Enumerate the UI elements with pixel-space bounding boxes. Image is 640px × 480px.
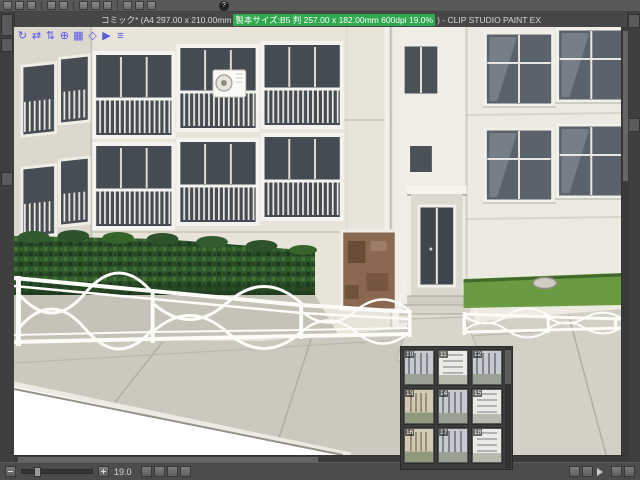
- zoom-slider[interactable]: [21, 467, 93, 477]
- material-thumbnail[interactable]: 14: [437, 388, 469, 425]
- paste-icon[interactable]: [103, 1, 112, 10]
- undo-icon[interactable]: [47, 1, 56, 10]
- redo-icon[interactable]: [59, 1, 68, 10]
- document-title-bar: コミック* (A4 297.00 x 210.00mm 製本サイズ:B5 判 2…: [14, 12, 628, 28]
- document-title-pre: コミック* (A4 297.00 x 210.00mm: [100, 14, 232, 25]
- document-title-post: ) - CLIP STUDIO PAINT EX: [437, 14, 542, 25]
- object-move-icon[interactable]: ⊕: [58, 30, 71, 43]
- fit-to-screen-icon[interactable]: [141, 466, 152, 477]
- collapsed-palette-tab[interactable]: [1, 172, 13, 186]
- camera-rotate-icon[interactable]: ↻: [16, 30, 29, 43]
- material-thumbnail[interactable]: 17: [437, 427, 469, 464]
- rotate-view-icon[interactable]: [135, 1, 144, 10]
- new-file-icon[interactable]: [3, 1, 12, 10]
- zoom-value: 19.0: [114, 466, 132, 477]
- material-number: 14: [439, 390, 449, 397]
- camera-pan-icon[interactable]: ⇄: [30, 30, 43, 43]
- object-rotate-icon[interactable]: ◇: [86, 30, 99, 43]
- speaker-icon[interactable]: [597, 467, 607, 476]
- zoom-fit-icon[interactable]: [123, 1, 132, 10]
- canvas-3d-scene[interactable]: [14, 27, 621, 455]
- save-icon[interactable]: [27, 1, 36, 10]
- manhole: [532, 276, 558, 290]
- document-canvas[interactable]: [14, 27, 621, 455]
- 3d-object-toolbar: ↻ ⇄ ⇅ ⊕ ▦ ◇ ▶ ≡: [16, 30, 127, 43]
- grid-toggle-icon[interactable]: [147, 1, 156, 10]
- collapsed-palette-tab[interactable]: [628, 118, 640, 132]
- object-snap-grid-icon[interactable]: ▦: [72, 30, 85, 43]
- air-conditioner: [212, 69, 247, 98]
- play-pose-icon[interactable]: ▶: [100, 30, 113, 43]
- material-number: 12: [473, 351, 483, 358]
- left-palette-dock: [0, 12, 15, 480]
- navigator-icon[interactable]: [582, 466, 593, 477]
- zoom-slider-thumb[interactable]: [34, 467, 41, 477]
- toolbar-separator: [41, 1, 42, 10]
- copy-icon[interactable]: [91, 1, 100, 10]
- material-thumbnail[interactable]: 18: [471, 427, 503, 464]
- collapsed-palette-tab[interactable]: [1, 38, 13, 52]
- rusted-door: [340, 229, 398, 312]
- material-number: 15: [473, 390, 483, 397]
- material-thumbnail[interactable]: 13: [403, 388, 435, 425]
- toolbar-separator: [73, 1, 74, 10]
- material-thumbnail[interactable]: 16: [403, 427, 435, 464]
- camera-dolly-icon[interactable]: ⇅: [44, 30, 57, 43]
- rotate-cw-icon[interactable]: [180, 466, 191, 477]
- material-thumbnail[interactable]: 11: [437, 349, 469, 386]
- material-number: 11: [439, 351, 448, 358]
- material-thumbnail[interactable]: 12: [471, 349, 503, 386]
- toolbar-separator: [117, 1, 118, 10]
- material-number: 18: [473, 429, 483, 436]
- material-scroll-thumb[interactable]: [505, 350, 511, 384]
- zoom-in-icon[interactable]: [98, 466, 109, 477]
- material-thumbnail-panel: 10 11 12 13 14 15 16 17 18: [400, 346, 513, 470]
- flip-horizontal-icon[interactable]: [569, 466, 580, 477]
- main-toolbar: ?: [0, 0, 640, 12]
- document-title-binding-size: 製本サイズ:B5 判 257.00 x 182.00mm 600dpi 19.0…: [233, 13, 436, 26]
- collapsed-palette-tab[interactable]: [628, 14, 640, 28]
- status-bar: 19.0: [0, 462, 640, 480]
- actual-size-icon[interactable]: [154, 466, 165, 477]
- resize-grip-icon[interactable]: [624, 466, 635, 477]
- material-thumbnail[interactable]: 15: [471, 388, 503, 425]
- material-number: 10: [405, 351, 415, 358]
- material-number: 17: [439, 429, 449, 436]
- material-number: 16: [405, 429, 415, 436]
- canvas-vertical-scrollbar[interactable]: [621, 27, 629, 455]
- material-grid: 10 11 12 13 14 15 16 17 18: [403, 349, 503, 467]
- workspace-icon[interactable]: [611, 466, 622, 477]
- rotate-ccw-icon[interactable]: [167, 466, 178, 477]
- help-icon[interactable]: ?: [219, 0, 229, 11]
- material-number: 13: [405, 390, 415, 397]
- zoom-out-icon[interactable]: [5, 466, 16, 477]
- vertical-scroll-thumb[interactable]: [623, 31, 628, 181]
- collapsed-palette-tab[interactable]: [1, 14, 13, 36]
- open-file-icon[interactable]: [15, 1, 24, 10]
- material-thumbnail[interactable]: 10: [403, 349, 435, 386]
- object-menu-icon[interactable]: ≡: [114, 30, 127, 43]
- cut-icon[interactable]: [79, 1, 88, 10]
- material-panel-scrollbar[interactable]: [505, 348, 511, 468]
